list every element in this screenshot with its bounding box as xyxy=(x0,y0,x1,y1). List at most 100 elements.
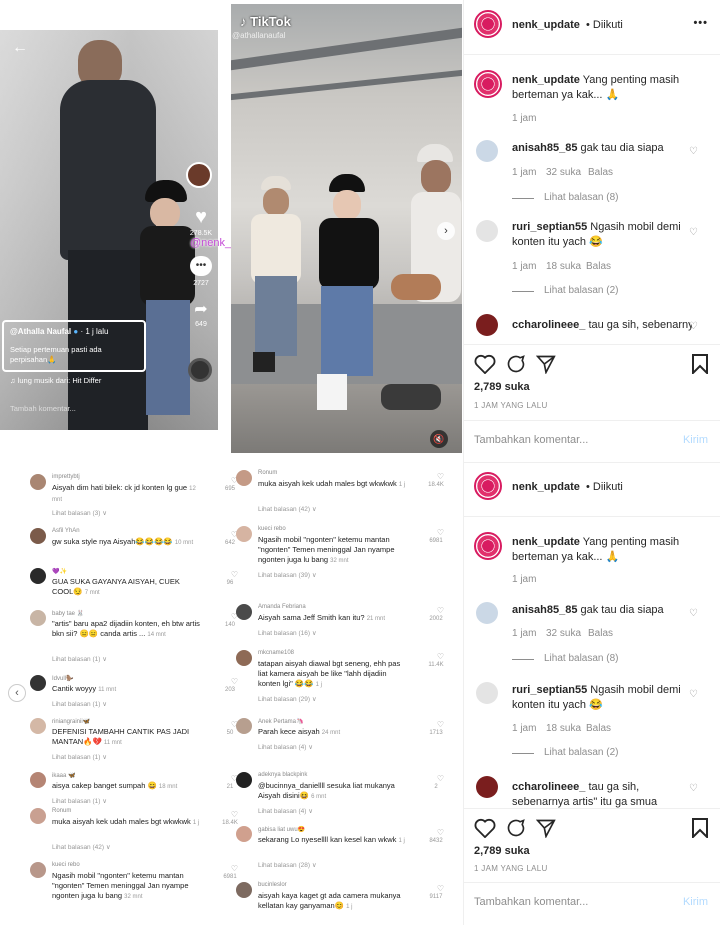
comment-username[interactable]: Amanda Febriana xyxy=(258,604,306,610)
comment-avatar[interactable] xyxy=(476,220,498,242)
view-replies-button[interactable]: Lihat balasan (1) ∨ xyxy=(52,655,107,663)
view-replies-button[interactable]: Lihat balasan (42) ∨ xyxy=(52,843,111,851)
comment-username[interactable]: ccharolineee_ xyxy=(512,319,585,331)
comment-avatar[interactable] xyxy=(236,526,252,542)
comment-username[interactable]: adeknya blackpink xyxy=(258,772,307,778)
follow-status[interactable]: • Diikuti xyxy=(586,18,623,33)
view-replies-button[interactable]: Lihat balasan (16) ∨ xyxy=(258,629,317,637)
view-replies-button[interactable]: Lihat balasan (2) xyxy=(544,285,619,296)
add-comment-input[interactable]: Tambahkan komentar... xyxy=(474,434,588,446)
view-replies-button[interactable]: Lihat balasan (1) ∨ xyxy=(52,753,107,761)
like-count[interactable]: 2,789 suka xyxy=(474,380,530,395)
comment-like-icon[interactable]: ♡ xyxy=(689,227,698,238)
view-replies-button[interactable]: Lihat balasan (39) ∨ xyxy=(258,571,317,579)
comment-avatar[interactable] xyxy=(30,474,46,490)
comment-username[interactable]: Ronum xyxy=(52,808,71,814)
view-replies-button[interactable]: Lihat balasan (1) ∨ xyxy=(52,797,107,805)
previous-arrow-icon[interactable]: ‹ xyxy=(8,684,26,702)
comment-avatar[interactable] xyxy=(236,718,252,734)
comment-username[interactable]: ruri_septian55 xyxy=(512,221,587,233)
save-bookmark-icon[interactable] xyxy=(692,818,708,838)
comment-like-icon[interactable]: ♡ xyxy=(231,864,238,873)
reply-button[interactable]: Balas xyxy=(586,723,611,734)
view-replies-button[interactable]: Lihat balasan (8) xyxy=(544,653,619,664)
comment-avatar[interactable] xyxy=(236,604,252,620)
like-heart-icon[interactable] xyxy=(474,354,496,374)
comment-username[interactable]: kueci rebo xyxy=(258,526,286,532)
reply-button[interactable]: Balas xyxy=(586,261,611,272)
comment-username[interactable]: ccharolineee_ xyxy=(512,781,585,793)
comment-avatar[interactable] xyxy=(30,862,46,878)
comment-username[interactable]: 💜✨ xyxy=(52,568,67,575)
comment-like-icon[interactable]: ♡ xyxy=(231,810,238,819)
comment-avatar[interactable] xyxy=(30,568,46,584)
comment-like-icon[interactable]: ♡ xyxy=(689,689,698,700)
comment-avatar[interactable] xyxy=(30,528,46,544)
like-heart-icon[interactable] xyxy=(474,818,496,838)
comment-avatar[interactable] xyxy=(476,602,498,624)
comment-icon[interactable] xyxy=(506,354,526,374)
view-replies-button[interactable]: Lihat balasan (4) ∨ xyxy=(258,743,313,751)
caption-username[interactable]: nenk_update xyxy=(512,536,580,548)
comment-icon[interactable] xyxy=(506,818,526,838)
comment-username[interactable]: kueci rebo xyxy=(52,862,80,868)
comment-like-icon[interactable]: ♡ xyxy=(437,774,444,783)
post-comment-button[interactable]: Kirim xyxy=(683,896,708,908)
view-replies-button[interactable]: Lihat balasan (28) ∨ xyxy=(258,861,317,869)
view-replies-button[interactable]: Lihat balasan (8) xyxy=(544,192,619,203)
comment-avatar[interactable] xyxy=(236,470,252,486)
comment-avatar[interactable] xyxy=(30,772,46,788)
add-comment-input[interactable]: Tambahkan komentar... xyxy=(474,896,588,908)
comment-avatar[interactable] xyxy=(476,682,498,704)
comment-username[interactable]: bucinleslor xyxy=(258,882,287,888)
comment-username[interactable]: Idvull🦫 xyxy=(52,675,73,682)
comment-username[interactable]: gabisa liat uwu😍 xyxy=(258,826,305,833)
view-replies-button[interactable]: Lihat balasan (4) ∨ xyxy=(258,807,313,815)
comment-like-icon[interactable]: ♡ xyxy=(689,608,698,619)
comment-like-icon[interactable]: ♡ xyxy=(689,146,698,157)
comment-like-icon[interactable]: ♡ xyxy=(437,606,444,615)
comment-bubble-icon[interactable]: ••• xyxy=(190,256,212,276)
comment-avatar[interactable] xyxy=(236,772,252,788)
comment-like-icon[interactable]: ♡ xyxy=(437,528,444,537)
caption-username[interactable]: nenk_update xyxy=(512,74,580,86)
share-send-icon[interactable] xyxy=(536,354,556,374)
comment-like-icon[interactable]: ♡ xyxy=(437,472,444,481)
view-replies-button[interactable]: Lihat balasan (1) ∨ xyxy=(52,700,107,708)
comment-avatar[interactable] xyxy=(236,882,252,898)
account-username[interactable]: nenk_update xyxy=(512,480,580,495)
comment-like-icon[interactable]: ♡ xyxy=(437,828,444,837)
comment-avatar[interactable] xyxy=(236,650,252,666)
comment-username[interactable]: Ronum xyxy=(258,470,277,476)
account-username[interactable]: nenk_update xyxy=(512,18,580,33)
view-replies-button[interactable]: Lihat balasan (3) ∨ xyxy=(52,509,107,517)
like-count[interactable]: 2,789 suka xyxy=(474,844,530,859)
comment-avatar[interactable] xyxy=(476,140,498,162)
comment-username[interactable]: baby tae 🐰 xyxy=(52,610,84,617)
comment-likes[interactable]: 18 suka xyxy=(546,723,581,734)
share-send-icon[interactable] xyxy=(536,818,556,838)
comment-avatar[interactable] xyxy=(236,826,252,842)
creator-avatar[interactable] xyxy=(186,162,212,188)
comment-username[interactable]: ruri_septian55 xyxy=(512,684,587,696)
caption-avatar[interactable] xyxy=(474,70,502,98)
like-heart-icon[interactable]: ♥ xyxy=(190,206,212,228)
comment-avatar[interactable] xyxy=(30,718,46,734)
view-replies-button[interactable]: Lihat balasan (42) ∨ xyxy=(258,505,317,513)
comment-like-icon[interactable]: ♡ xyxy=(689,783,698,794)
comment-avatar[interactable] xyxy=(30,675,46,691)
comment-likes[interactable]: 32 suka xyxy=(546,167,581,178)
comment-username[interactable]: Asfil YhAn xyxy=(52,528,80,534)
comment-avatar[interactable] xyxy=(476,776,498,798)
post-comment-button[interactable]: Kirim xyxy=(683,434,708,446)
mute-icon[interactable]: 🔇 xyxy=(430,430,448,448)
view-replies-button[interactable]: Lihat balasan (29) ∨ xyxy=(258,695,317,703)
next-arrow-icon[interactable]: › xyxy=(437,222,455,240)
comment-like-icon[interactable]: ♡ xyxy=(231,677,238,686)
back-arrow-icon[interactable]: ← xyxy=(12,40,28,56)
caption-avatar[interactable] xyxy=(474,532,502,560)
comment-like-icon[interactable]: ♡ xyxy=(689,321,698,332)
account-avatar[interactable] xyxy=(474,10,502,38)
tiktok-comment-input[interactable]: Tambah komentar... xyxy=(10,404,76,413)
comment-username[interactable]: riniangrainii🦋 xyxy=(52,718,90,725)
